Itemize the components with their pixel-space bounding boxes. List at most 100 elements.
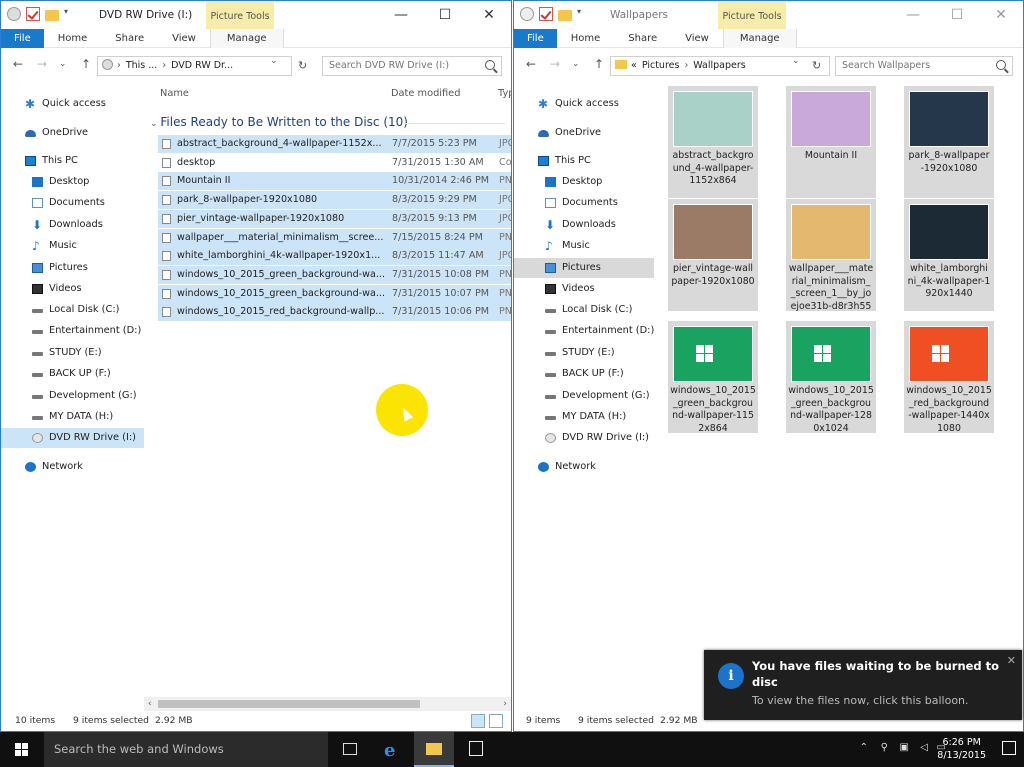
breadcrumb-overflow[interactable]: « [631,60,637,71]
search-input[interactable] [329,60,479,71]
properties-icon[interactable] [539,7,553,21]
new-folder-icon[interactable] [558,9,572,21]
refresh-icon[interactable]: ↻ [812,59,821,72]
file-row[interactable]: abstract_background_4-wallpaper-1152x...… [158,135,511,153]
store-button[interactable] [456,732,496,767]
column-name[interactable]: Name [160,88,189,99]
scroll-left-icon[interactable]: ‹ [148,697,152,711]
tab-home[interactable]: Home [44,29,102,48]
task-view-button[interactable] [330,732,370,767]
tab-share[interactable]: Share [614,29,671,48]
usb-icon[interactable]: ⚲ [881,742,888,753]
file-explorer-button[interactable] [414,732,454,767]
tab-file[interactable]: File [514,29,557,48]
thumbnail-tile[interactable]: wallpaper___mate rial_minimalism_ _scree… [786,199,876,312]
tab-manage[interactable]: Manage [722,29,797,48]
thumbnail-tile[interactable]: windows_10_2015 _green_backgrou nd-wallp… [668,321,758,434]
sidebar-item-entertainment-d[interactable]: Entertainment (D:) [1,321,144,341]
sidebar-item-my-data-h[interactable]: MY DATA (H:) [1,407,144,427]
tab-share[interactable]: Share [101,29,158,48]
column-date-modified[interactable]: Date modified [391,88,460,99]
minimize-button[interactable]: — [379,1,423,29]
sidebar-item-local-disk-c[interactable]: Local Disk (C:) [514,300,654,320]
taskbar-search[interactable]: Search the web and Windows [44,732,328,767]
sidebar-item-music[interactable]: ♪ Music [514,236,654,256]
breadcrumb-this-pc[interactable]: This ... [126,60,158,71]
tab-home[interactable]: Home [557,29,615,48]
sidebar-item-documents[interactable]: Documents [1,193,144,213]
sidebar-item-dvd-rw-drive-i[interactable]: DVD RW Drive (I:) [514,428,654,448]
back-arrow-icon[interactable]: ← [13,57,23,71]
search-box[interactable] [835,56,1013,76]
file-row[interactable]: windows_10_2015_red_background-wallp... 7… [158,303,511,322]
sidebar-item-downloads[interactable]: ⬇ Downloads [1,215,144,235]
sidebar-item-development-g[interactable]: Development (G:) [1,386,144,406]
close-icon[interactable]: ✕ [1007,654,1016,667]
chevron-down-icon[interactable]: ▾ [64,7,72,21]
thumbnail-tile[interactable]: Mountain II [786,86,876,198]
sidebar-item-music[interactable]: ♪ Music [1,236,144,256]
minimize-button[interactable]: — [891,1,935,29]
sidebar-item-videos[interactable]: Videos [1,279,144,299]
sidebar-item-back-up-f[interactable]: BACK UP (F:) [1,364,144,384]
column-type[interactable]: Typ [498,88,511,99]
network-icon[interactable]: ▣ [900,742,909,753]
search-input[interactable] [842,60,992,71]
tab-file[interactable]: File [1,29,44,48]
sidebar-item-downloads[interactable]: ⬇ Downloads [514,215,654,235]
sidebar-item-this-pc[interactable]: This PC [1,151,144,171]
up-arrow-icon[interactable]: ↑ [594,57,604,71]
sidebar-item-pictures[interactable]: Pictures [514,258,654,278]
sidebar-item-this-pc[interactable]: This PC [514,151,654,171]
sidebar-item-study-e[interactable]: STUDY (E:) [1,343,144,363]
sidebar-item-quick-access[interactable]: ✱ Quick access [1,94,144,114]
drive-icon[interactable] [7,7,21,21]
file-row[interactable]: windows_10_2015_green_background-wa... 7/… [158,265,511,284]
sidebar-item-local-disk-c[interactable]: Local Disk (C:) [1,300,144,320]
sidebar-item-back-up-f[interactable]: BACK UP (F:) [514,364,654,384]
thumbnail-tile[interactable]: park_8-wallpaper -1920x1080 [904,86,994,198]
sidebar-item-network[interactable]: Network [1,457,144,477]
close-button[interactable]: ✕ [467,1,511,29]
tab-view[interactable]: View [158,29,210,48]
sidebar-item-quick-access[interactable]: ✱ Quick access [514,94,654,114]
sidebar-item-development-g[interactable]: Development (G:) [514,386,654,406]
sidebar-item-desktop[interactable]: Desktop [514,172,654,192]
file-row[interactable]: desktop 7/31/2015 1:30 AM Con [158,154,511,172]
thumbnail-tile[interactable]: windows_10_2015 _red_background -wallpap… [904,321,994,434]
forward-arrow-icon[interactable]: → [550,57,560,71]
details-view-button[interactable] [471,714,485,728]
breadcrumb-dvd[interactable]: DVD RW Dr... [171,60,233,71]
sidebar-item-onedrive[interactable]: OneDrive [514,123,654,143]
burn-notification[interactable]: i You have files waiting to be burned to… [704,650,1022,720]
file-row[interactable]: park_8-wallpaper-1920x1080 8/3/2015 9:29 … [158,191,511,210]
thumbnail-tile[interactable]: white_lamborghi ni_4k-wallpaper-1920x144… [904,199,994,311]
action-center-icon[interactable] [1002,741,1016,755]
search-icon[interactable] [485,60,495,70]
search-box[interactable] [322,56,502,76]
close-button[interactable]: ✕ [979,1,1023,29]
forward-arrow-icon[interactable]: → [37,57,47,71]
edge-button[interactable]: e [372,732,412,767]
folder-small-icon[interactable] [520,7,534,21]
sidebar-item-entertainment-d[interactable]: Entertainment (D:) [514,321,654,341]
thumbnail-tile[interactable]: windows_10_2015 _green_backgrou nd-wallp… [786,321,876,434]
address-dropdown-icon[interactable]: ⌄ [270,56,278,66]
scroll-thumb[interactable] [158,700,420,708]
start-button[interactable] [0,732,44,767]
file-row[interactable]: white_lamborghini_4k-wallpaper-1920x1...… [158,247,511,266]
tab-manage[interactable]: Manage [209,29,284,48]
properties-icon[interactable] [26,7,40,21]
sidebar-item-pictures[interactable]: Pictures [1,258,144,278]
sidebar-item-network[interactable]: Network [514,457,654,477]
speaker-icon[interactable]: ◁ [920,742,928,753]
file-row[interactable]: windows_10_2015_green_background-wa... 7/… [158,284,511,303]
recent-chevron-icon[interactable]: ⌄ [572,59,580,69]
sidebar-item-onedrive[interactable]: OneDrive [1,123,144,143]
sidebar-item-desktop[interactable]: Desktop [1,172,144,192]
title-bar[interactable]: ▾ Wallpapers Picture Tools — ☐ ✕ [514,1,1023,29]
breadcrumb-wallpapers[interactable]: Wallpapers [693,60,745,71]
search-icon[interactable] [996,60,1006,70]
sidebar-item-study-e[interactable]: STUDY (E:) [514,343,654,363]
large-icons-view-button[interactable] [489,714,503,728]
